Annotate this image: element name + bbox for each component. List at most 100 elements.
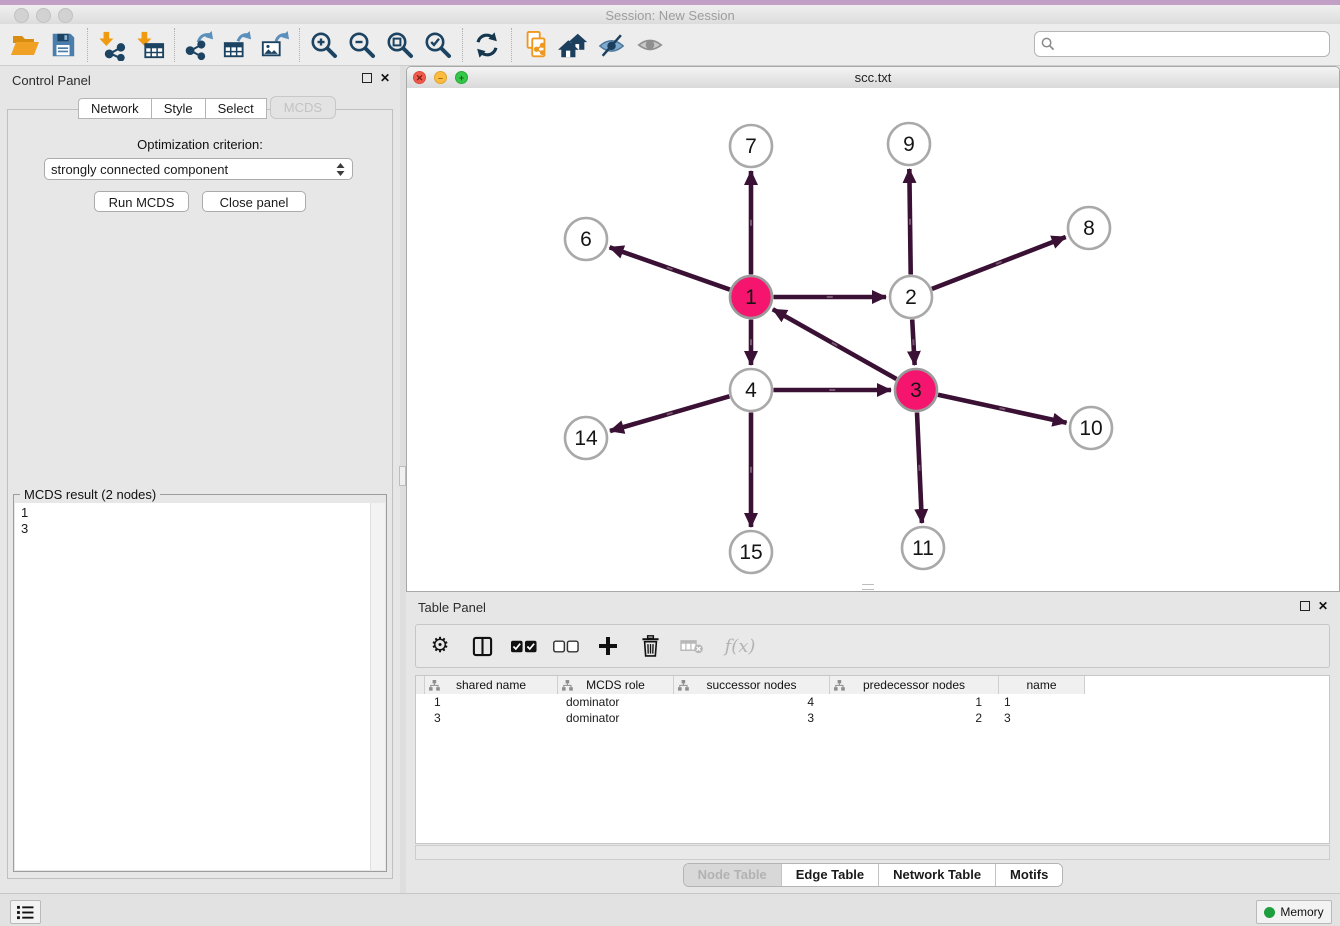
edge-handle[interactable] xyxy=(999,408,1005,409)
add-column-button[interactable] xyxy=(594,632,622,660)
node-label: 15 xyxy=(739,541,762,564)
float-table-panel-icon[interactable] xyxy=(1300,601,1310,611)
graph-node-1[interactable]: 1 xyxy=(730,276,772,318)
open-folder-icon xyxy=(10,31,40,59)
run-mcds-button[interactable]: Run MCDS xyxy=(94,191,189,212)
graph-node-14[interactable]: 14 xyxy=(565,417,607,459)
network-from-selection-button[interactable] xyxy=(517,27,555,63)
zoom-selected-button[interactable] xyxy=(419,27,457,63)
mcds-result-textarea[interactable]: 1 3 xyxy=(15,503,385,870)
criterion-dropdown-value: strongly connected component xyxy=(51,162,335,177)
refresh-button[interactable] xyxy=(468,27,506,63)
tab-style[interactable]: Style xyxy=(151,98,205,119)
split-view-button[interactable] xyxy=(468,632,496,660)
table-row[interactable]: 3 dominator 3 2 3 xyxy=(416,710,1329,726)
column-header-name[interactable]: name xyxy=(999,676,1085,694)
cell-successor-nodes[interactable]: 3 xyxy=(671,710,826,726)
cell-mcds-role[interactable]: dominator xyxy=(556,694,671,710)
zoom-in-button[interactable] xyxy=(305,27,343,63)
cell-name[interactable]: 1 xyxy=(994,694,1079,710)
cell-mcds-role[interactable]: dominator xyxy=(556,710,671,726)
search-input[interactable] xyxy=(1059,34,1329,54)
graph-node-7[interactable]: 7 xyxy=(730,125,772,167)
select-all-button[interactable] xyxy=(510,632,538,660)
import-table-button[interactable] xyxy=(131,27,169,63)
export-image-button[interactable] xyxy=(256,27,294,63)
close-panel-button[interactable]: Close panel xyxy=(202,191,306,212)
network-window-titlebar: ✕ – + scc.txt xyxy=(407,67,1339,89)
close-table-panel-icon[interactable]: ✕ xyxy=(1318,601,1328,611)
cell-predecessor-nodes[interactable]: 2 xyxy=(826,710,994,726)
row-gutter xyxy=(416,676,425,694)
import-network-button[interactable] xyxy=(93,27,131,63)
column-header-predecessor-nodes[interactable]: predecessor nodes xyxy=(830,676,999,694)
eye-icon xyxy=(635,30,665,60)
tab-node-table[interactable]: Node Table xyxy=(684,864,781,886)
home-button[interactable] xyxy=(555,27,593,63)
table-row[interactable]: 1 dominator 4 1 1 xyxy=(416,694,1329,710)
column-header-shared-name[interactable]: shared name xyxy=(425,676,558,694)
export-network-button[interactable] xyxy=(180,27,218,63)
node-label: 9 xyxy=(903,133,915,156)
function-builder-button[interactable]: f(x) xyxy=(720,632,760,660)
fx-icon: f(x) xyxy=(725,636,756,657)
network-resize-grip[interactable] xyxy=(862,584,874,590)
float-panel-icon[interactable] xyxy=(362,73,372,83)
delete-table-button[interactable] xyxy=(678,632,706,660)
graph-node-15[interactable]: 15 xyxy=(730,531,772,573)
result-scrollbar[interactable] xyxy=(370,503,385,870)
control-panel: Control Panel ✕ Network Style Select MCD… xyxy=(0,66,400,893)
node-label: 14 xyxy=(574,427,598,450)
graph-node-11[interactable]: 11 xyxy=(902,527,944,569)
node-label: 11 xyxy=(912,537,934,560)
cell-name[interactable]: 3 xyxy=(994,710,1079,726)
table-tabs: Node Table Edge Table Network Table Moti… xyxy=(406,863,1340,887)
table-horizontal-scrollbar[interactable] xyxy=(415,845,1330,860)
deselect-all-button[interactable] xyxy=(552,632,580,660)
graph-node-10[interactable]: 10 xyxy=(1070,407,1112,449)
zoom-fit-button[interactable] xyxy=(381,27,419,63)
zoom-in-icon xyxy=(309,30,339,60)
graph-node-8[interactable]: 8 xyxy=(1068,207,1110,249)
delete-column-button[interactable] xyxy=(636,632,664,660)
cell-shared-name[interactable]: 1 xyxy=(424,694,556,710)
export-table-button[interactable] xyxy=(218,27,256,63)
graph-node-6[interactable]: 6 xyxy=(565,218,607,260)
toolbar-separator xyxy=(511,28,512,62)
graph-node-4[interactable]: 4 xyxy=(730,369,772,411)
memory-button[interactable]: Memory xyxy=(1256,900,1332,924)
zoom-out-button[interactable] xyxy=(343,27,381,63)
open-session-button[interactable] xyxy=(6,27,44,63)
criterion-dropdown[interactable]: strongly connected component xyxy=(44,158,353,180)
hide-selected-button[interactable] xyxy=(593,27,631,63)
mcds-result-group: MCDS result (2 nodes) 1 3 xyxy=(13,494,387,872)
graph-node-2[interactable]: 2 xyxy=(890,276,932,318)
table-settings-button[interactable]: ⚙ xyxy=(426,632,454,660)
tab-network[interactable]: Network xyxy=(78,98,151,119)
tab-network-table[interactable]: Network Table xyxy=(878,864,995,886)
splitter-handle[interactable] xyxy=(399,466,406,486)
tab-edge-table[interactable]: Edge Table xyxy=(781,864,878,886)
search-field[interactable] xyxy=(1034,31,1330,57)
node-label: 2 xyxy=(905,286,917,309)
cell-predecessor-nodes[interactable]: 1 xyxy=(826,694,994,710)
tab-motifs[interactable]: Motifs xyxy=(995,864,1062,886)
show-all-button[interactable] xyxy=(631,27,669,63)
tab-mcds[interactable]: MCDS xyxy=(270,96,336,119)
close-panel-icon[interactable]: ✕ xyxy=(380,73,390,83)
column-header-mcds-role[interactable]: MCDS role xyxy=(558,676,674,694)
gear-icon: ⚙ xyxy=(431,635,450,657)
toolbar-separator xyxy=(462,28,463,62)
cell-shared-name[interactable]: 3 xyxy=(424,710,556,726)
save-session-button[interactable] xyxy=(44,27,82,63)
tab-select[interactable]: Select xyxy=(205,98,267,119)
column-header-successor-nodes[interactable]: successor nodes xyxy=(674,676,830,694)
graph-node-9[interactable]: 9 xyxy=(888,123,930,165)
table-panel-title: Table Panel xyxy=(418,600,486,615)
show-panels-button[interactable] xyxy=(10,900,41,924)
graph-node-3[interactable]: 3 xyxy=(895,369,937,411)
cell-successor-nodes[interactable]: 4 xyxy=(671,694,826,710)
toolbar-separator xyxy=(299,28,300,62)
dropdown-stepper-icon xyxy=(335,162,346,177)
network-canvas-svg[interactable]: 7 9 6 8 1 2 4 3 14 10 15 11 xyxy=(407,88,1339,591)
